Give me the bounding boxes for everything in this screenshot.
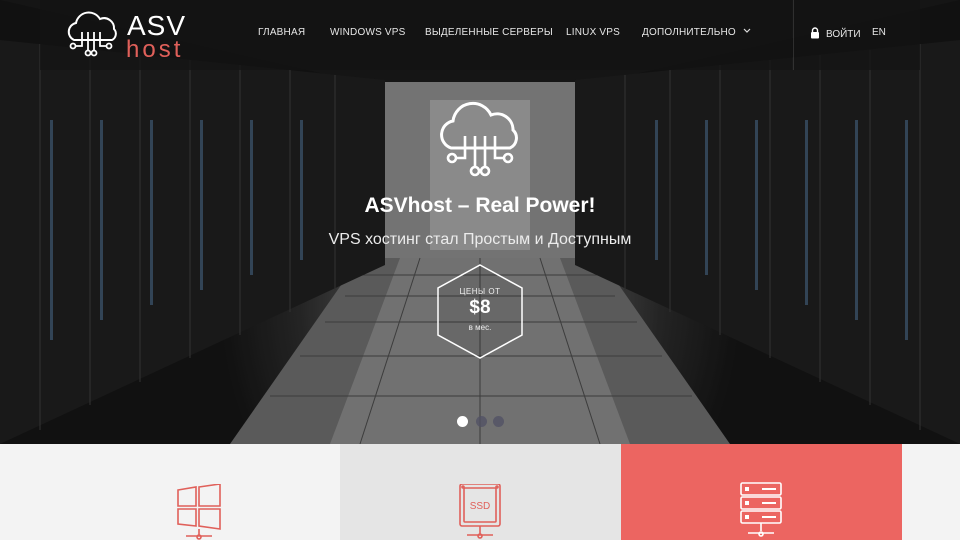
cloud-network-icon: [67, 11, 117, 57]
login-label: ВОЙТИ: [826, 29, 861, 40]
price-period: в мес.: [468, 323, 492, 332]
nav-item-linux-vps[interactable]: LINUX VPS: [566, 27, 620, 39]
top-navigation: ASV host ГЛАВНАЯ WINDOWS VPS ВЫДЕЛЕННЫЕ …: [0, 0, 960, 70]
feature-strip-end: [902, 444, 960, 540]
feature-dedicated-server[interactable]: [621, 444, 902, 540]
price-value: $8: [469, 297, 491, 318]
hero-cloud-icon: [440, 101, 518, 177]
feature-ssd[interactable]: SSD: [340, 444, 621, 540]
hero-subtitle: VPS хостинг стал Простым и Доступным: [328, 231, 632, 248]
slider-dot-2[interactable]: [476, 416, 487, 427]
language-switch[interactable]: EN: [872, 27, 886, 39]
login-link[interactable]: ВОЙТИ: [810, 27, 861, 41]
nav-item-windows-vps[interactable]: WINDOWS VPS: [330, 27, 406, 39]
chevron-down-icon: [743, 28, 751, 33]
feature-windows[interactable]: [0, 444, 340, 540]
hero-title: ASVhost – Real Power!: [364, 194, 596, 217]
ssd-label: SSD: [470, 501, 491, 512]
nav-item-more[interactable]: ДОПОЛНИТЕЛЬНО: [642, 27, 751, 39]
lock-icon: [811, 27, 819, 39]
windows-icon: [177, 484, 221, 540]
hero-slider: ASV host ГЛАВНАЯ WINDOWS VPS ВЫДЕЛЕННЫЕ …: [0, 0, 960, 444]
slider-dot-3[interactable]: [493, 416, 504, 427]
nav-item-home[interactable]: ГЛАВНАЯ: [258, 27, 305, 39]
slider-dot-1[interactable]: [457, 416, 468, 427]
page: ASV host ГЛАВНАЯ WINDOWS VPS ВЫДЕЛЕННЫЕ …: [0, 0, 960, 540]
nav-item-dedicated-servers[interactable]: ВЫДЕЛЕННЫЕ СЕРВЕРЫ: [425, 27, 553, 39]
logo-text-host: host: [126, 36, 184, 63]
price-caption: ЦЕНЫ ОТ: [459, 287, 501, 296]
server-rack-icon: [740, 482, 782, 537]
ssd-icon: SSD: [459, 484, 501, 539]
nav-item-more-label: ДОПОЛНИТЕЛЬНО: [642, 27, 736, 38]
brand-logo[interactable]: ASV host: [62, 10, 192, 62]
